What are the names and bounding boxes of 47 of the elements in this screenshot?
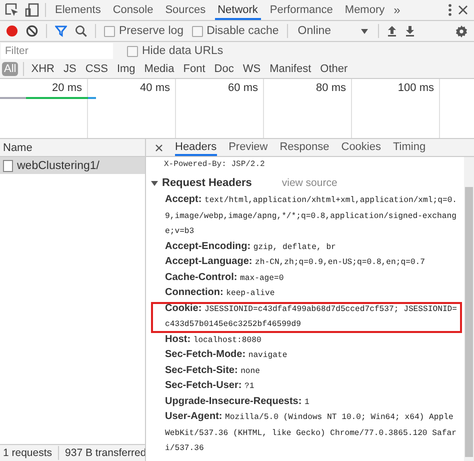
filter-field[interactable]: Filter <box>1 43 113 59</box>
header-line: Sec-Fetch-Mode: navigate <box>165 348 288 362</box>
type-filter-button[interactable]: JS <box>61 62 78 76</box>
panel-tab[interactable]: Console <box>110 0 156 20</box>
detail-tab[interactable]: Headers <box>175 139 217 156</box>
panel-tab[interactable]: Sources <box>162 0 209 20</box>
panel-tab[interactable]: Performance <box>266 0 336 20</box>
header-line: Host: localhost:8080 <box>165 332 262 346</box>
panel-tab[interactable]: Memory <box>342 0 388 20</box>
column-header: Name <box>3 142 32 154</box>
detail-tab[interactable]: Preview <box>228 139 268 156</box>
disable-cache-label: Disable cache <box>206 25 279 37</box>
detail-tab[interactable]: Response <box>280 139 330 156</box>
header-line: Accept-Language: zh-CN,zh;q=0.9,en-US;q=0.8,en;q=0.7 <box>165 255 426 269</box>
view-source-link[interactable]: view source <box>282 177 338 189</box>
request-row[interactable]: webClustering1/ <box>0 157 145 174</box>
type-filter-button[interactable]: Doc <box>212 62 236 76</box>
status-text: 1 requests <box>3 447 52 459</box>
hide-data-urls-label: Hide data URLs <box>142 45 224 57</box>
more-tabs-button[interactable]: » <box>394 3 400 17</box>
time-tick-label: 80 ms <box>316 82 346 94</box>
header-line: Connection: keep-alive <box>165 286 276 300</box>
panel-tab[interactable]: Elements <box>52 0 104 20</box>
type-filter-button[interactable]: Media <box>142 62 176 76</box>
header-line: Accept-Encoding: gzip, deflate, br <box>165 240 337 254</box>
header-line: Upgrade-Insecure-Requests: 1 <box>165 394 310 408</box>
detail-tab[interactable]: Timing <box>393 139 426 156</box>
type-filter-button[interactable]: CSS <box>83 62 110 76</box>
type-filter-button[interactable]: Font <box>181 62 208 76</box>
preserve-log-label: Preserve log <box>119 25 184 37</box>
header-line: Sec-Fetch-User: ?1 <box>165 379 256 393</box>
type-filter-button[interactable]: Img <box>114 62 138 76</box>
header-line: User-Agent: Mozilla/5.0 (Windows NT 10.0; Win64; x64) AppleWebKit/537.36 (KHTML, like Gecko) Chrome/77.0.3865.120 Safari/537.36 <box>165 410 458 455</box>
type-filter-button[interactable]: Other <box>318 62 350 76</box>
detail-tab[interactable]: Cookies <box>341 139 381 156</box>
type-filter-button[interactable]: WS <box>240 62 263 76</box>
time-tick-label: 100 ms <box>398 82 434 94</box>
type-filter-button[interactable]: XHR <box>29 62 56 76</box>
type-filter-button[interactable]: Manifest <box>268 62 314 76</box>
throttling-dropdown[interactable]: Online <box>296 25 370 37</box>
time-tick-label: 60 ms <box>228 82 258 94</box>
time-tick-label: 40 ms <box>140 82 170 94</box>
header-line: Cache-Control: max-age=0 <box>165 270 285 284</box>
time-tick-label: 20 ms <box>52 82 82 94</box>
header-line: X-Powered-By: JSP/2.2 <box>164 160 265 169</box>
header-line: Sec-Fetch-Site: none <box>165 364 262 378</box>
section-toggle[interactable]: Request Headers <box>151 177 252 189</box>
